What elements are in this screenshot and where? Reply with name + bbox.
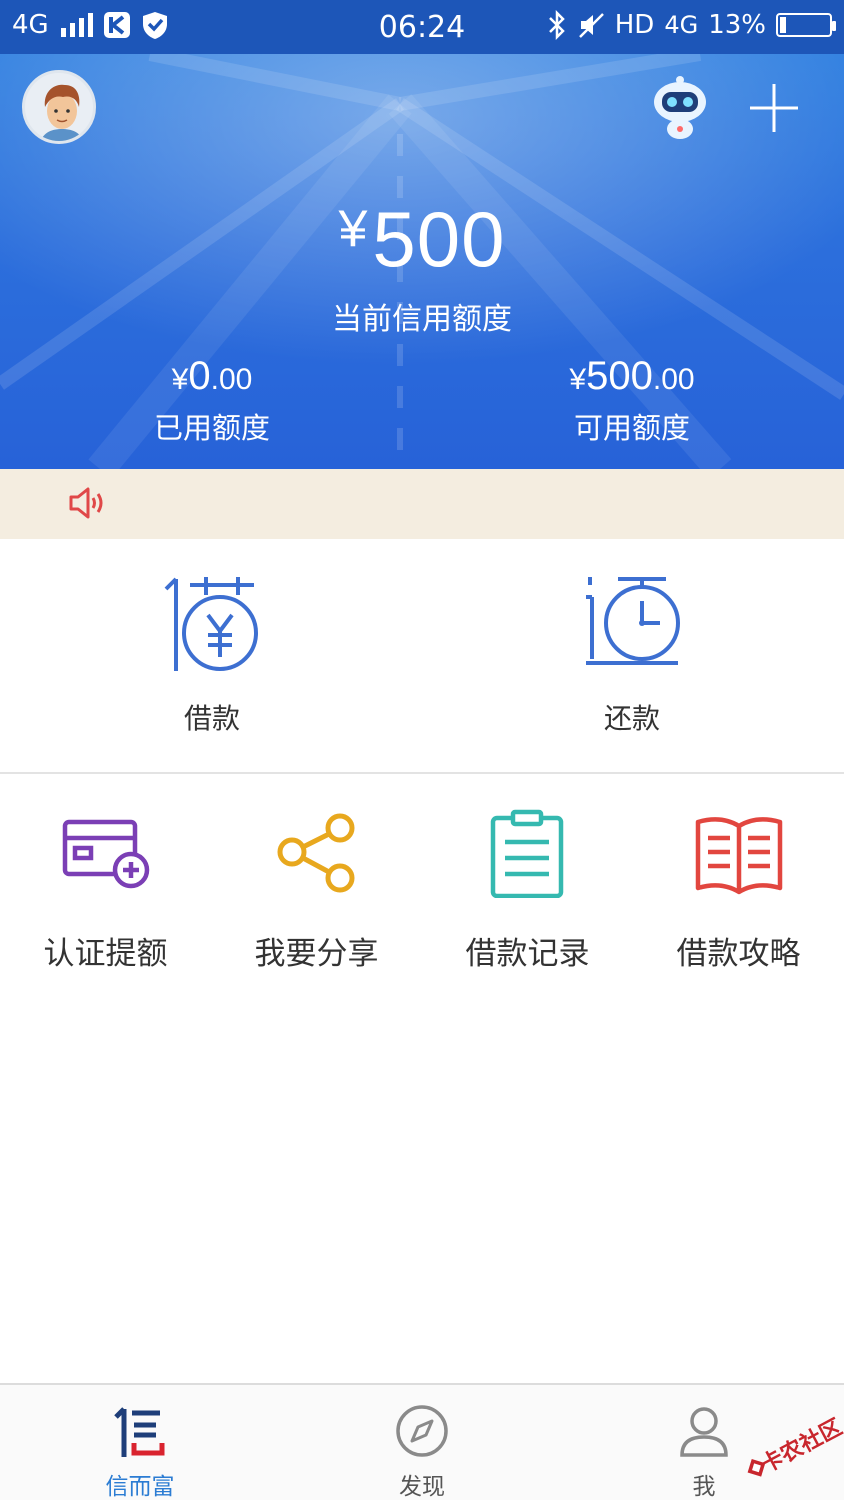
mute-icon bbox=[578, 13, 604, 38]
currency-symbol: ¥ bbox=[338, 200, 369, 258]
notice-bar[interactable] bbox=[0, 469, 844, 539]
hd-label: HD bbox=[614, 10, 655, 40]
available-credit-value: ¥500.00 bbox=[482, 354, 782, 399]
network2-label: 4G bbox=[664, 11, 699, 39]
credit-limit-label: 当前信用额度 bbox=[332, 302, 512, 337]
bluetooth-icon bbox=[548, 10, 565, 40]
available-credit: ¥500.00 可用额度 bbox=[482, 354, 782, 447]
share-icon bbox=[277, 813, 354, 893]
status-bar: 4G 06:24 HD 4G 13% bbox=[0, 0, 844, 54]
grid-label: 认证提额 bbox=[43, 936, 168, 972]
repay-icon bbox=[586, 577, 680, 665]
tab-home[interactable]: 信而富 bbox=[40, 1403, 240, 1500]
battery-icon bbox=[776, 13, 836, 37]
speaker-icon bbox=[69, 487, 103, 519]
used-yen: ¥ bbox=[171, 363, 189, 396]
avatar[interactable] bbox=[22, 70, 96, 144]
grid-item-verify[interactable]: 认证提额 bbox=[0, 808, 211, 973]
used-credit: ¥0.00 已用额度 bbox=[62, 354, 362, 447]
repay-button[interactable]: 还款 bbox=[522, 575, 742, 737]
available-dec: .00 bbox=[652, 363, 695, 396]
grid-label: 借款记录 bbox=[465, 936, 590, 972]
borrow-label: 借款 bbox=[183, 702, 240, 735]
borrow-icon bbox=[164, 577, 258, 671]
used-credit-value: ¥0.00 bbox=[62, 354, 362, 399]
brand-icon bbox=[114, 1407, 165, 1457]
grid-label: 借款攻略 bbox=[676, 936, 801, 972]
robot-assistant-icon[interactable] bbox=[650, 74, 710, 140]
compass-icon bbox=[396, 1405, 448, 1457]
main-actions: 借款 还款 bbox=[0, 539, 844, 774]
feature-grid: 认证提额 我要分享 借款记录 借款攻略 bbox=[0, 800, 844, 980]
credit-limit-value: 500 bbox=[372, 195, 506, 283]
available-yen: ¥ bbox=[569, 363, 587, 396]
tab-discover[interactable]: 发现 bbox=[322, 1403, 522, 1500]
watermark-text: 卡农社区 bbox=[757, 1414, 844, 1479]
available-int: 500 bbox=[586, 354, 653, 398]
credit-limit: ¥500 bbox=[0, 194, 844, 285]
grid-label: 我要分享 bbox=[254, 936, 379, 972]
grid-item-share[interactable]: 我要分享 bbox=[211, 808, 422, 973]
used-dec: .00 bbox=[210, 363, 253, 396]
borrow-button[interactable]: 借款 bbox=[102, 575, 322, 737]
add-icon[interactable] bbox=[748, 82, 800, 134]
battery-percent: 13% bbox=[708, 10, 766, 40]
user-icon bbox=[680, 1407, 728, 1457]
available-credit-label: 可用额度 bbox=[573, 411, 690, 445]
clipboard-icon bbox=[490, 809, 563, 898]
used-int: 0 bbox=[188, 354, 211, 398]
repay-label: 还款 bbox=[603, 702, 660, 735]
grid-item-guide[interactable]: 借款攻略 bbox=[633, 808, 844, 973]
tab-label: 信而富 bbox=[105, 1474, 175, 1500]
tab-label: 发现 bbox=[399, 1474, 445, 1500]
book-icon bbox=[695, 817, 782, 895]
used-credit-label: 已用额度 bbox=[153, 411, 270, 445]
grid-item-records[interactable]: 借款记录 bbox=[422, 808, 633, 973]
credit-header: ¥500 当前信用额度 ¥0.00 已用额度 ¥500.00 可用额度 bbox=[0, 54, 844, 469]
bottom-tab-bar: 信而富 发现 我 bbox=[0, 1383, 844, 1500]
card-add-icon bbox=[62, 819, 149, 889]
